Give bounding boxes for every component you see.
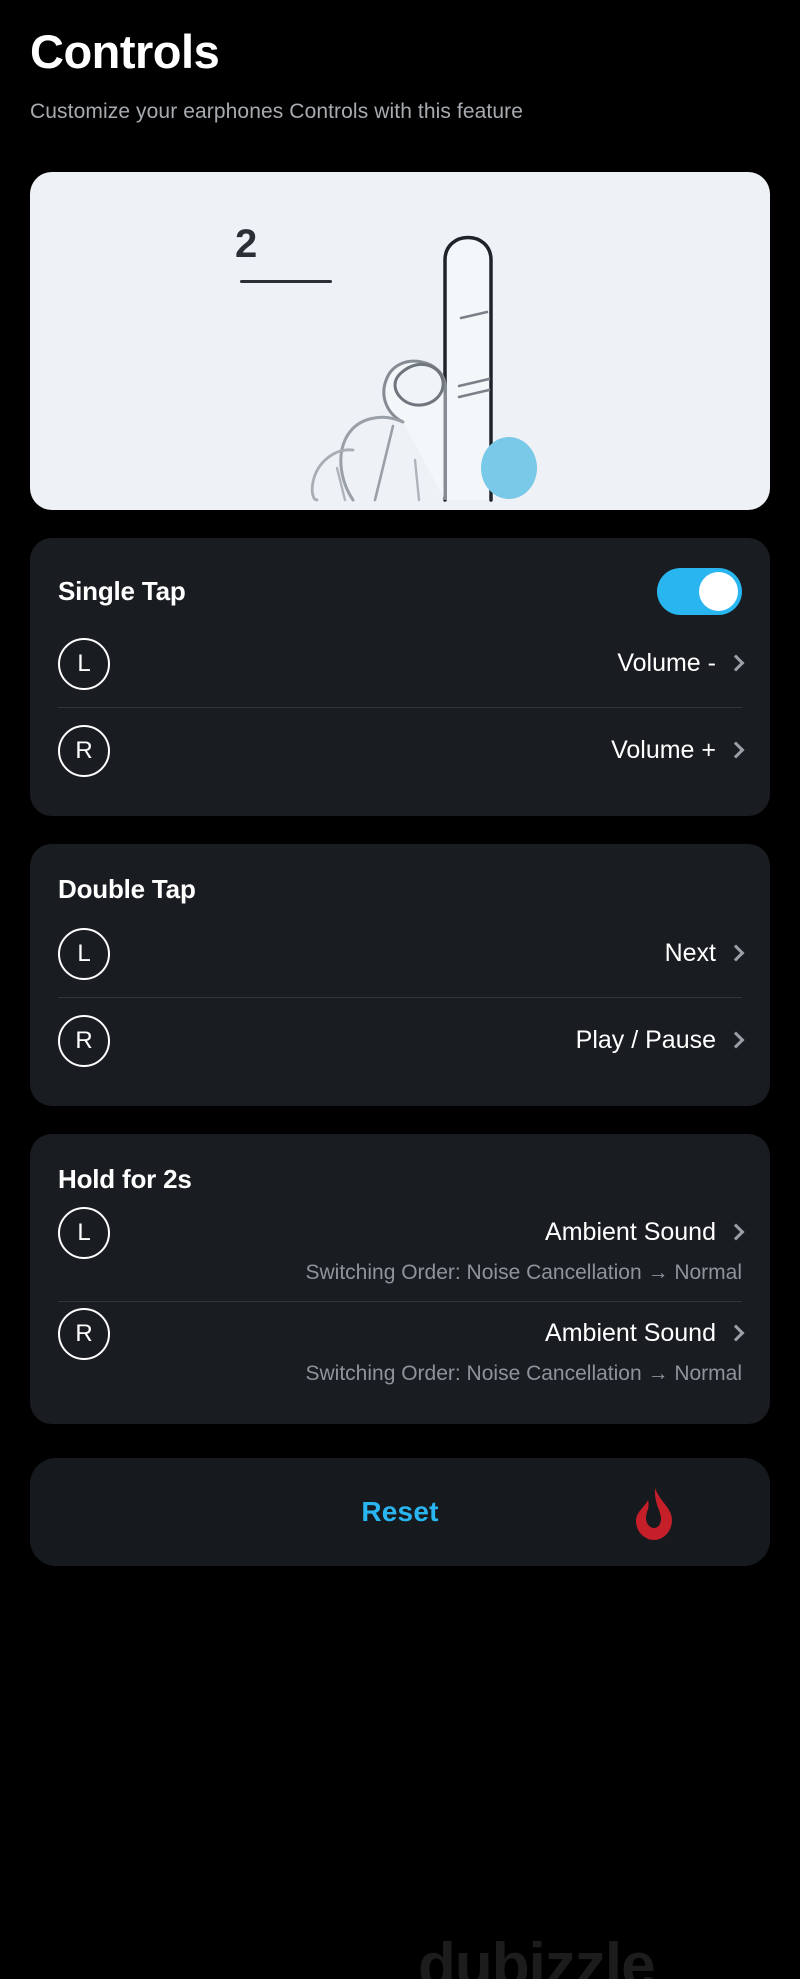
control-value[interactable]: Ambient Sound [545,1319,745,1348]
section-card: Hold for 2s L Ambient Sound Switching Order… [30,1133,770,1424]
control-value[interactable]: Ambient Sound [545,1218,745,1247]
control-value-label: Volume - [617,649,716,678]
control-row[interactable]: L Ambient Sound Switching Order: Noise Can… [58,1201,745,1301]
control-value[interactable]: Play / Pause [575,1026,745,1055]
control-value-label: Next [664,939,716,968]
control-value-label: Play / Pause [575,1026,716,1055]
flame-icon [630,1486,678,1547]
reset-label: Reset [361,1495,439,1527]
control-value[interactable]: Next [664,939,745,968]
earbud-side-badge: L [58,637,110,690]
switching-order-text: Switching Order: Noise Cancellation → No… [305,1361,743,1385]
chevron-right-icon [727,1223,745,1241]
section-title: Double Tap [58,873,196,904]
control-row[interactable]: L Next [58,911,745,997]
earbud-side-badge: L [58,927,110,980]
chevron-right-icon [727,944,745,962]
control-value-label: Ambient Sound [545,1218,716,1247]
section-header: Hold for 2s [58,1134,742,1201]
section-title: Hold for 2s [58,1163,192,1194]
control-sections: Single Tap L Volume - R Volume + Double Tap L N… [30,537,770,1424]
gesture-illustration-card: 2 [30,171,770,510]
chevron-right-icon [727,1031,745,1049]
pointing-finger-illustration [295,200,595,510]
earbud-side-badge: R [58,1014,110,1067]
section-card: Single Tap L Volume - R Volume + [30,537,770,816]
tap-indicator-dot [481,436,537,499]
chevron-right-icon [727,654,745,672]
control-value[interactable]: Volume + [611,736,745,765]
chevron-right-icon [727,741,745,759]
switching-order-text: Switching Order: Noise Cancellation → No… [305,1260,743,1284]
earbud-side-badge: R [58,1307,110,1360]
control-row[interactable]: R Play / Pause [58,998,745,1084]
page-subtitle: Customize your earphones Controls with t… [30,99,524,123]
chevron-right-icon [727,1324,745,1342]
card-bottom-spacer [58,794,742,816]
site-watermark: dubizzle [418,1931,656,1979]
page-title: Controls [30,25,220,78]
reset-button[interactable]: Reset [30,1457,770,1566]
toggle-knob [699,571,738,611]
section-card: Double Tap L Next R Play / Pause [30,843,770,1106]
section-enable-toggle[interactable] [657,567,742,615]
earbud-side-badge: R [58,724,110,777]
control-row[interactable]: R Ambient Sound Switching Order: Noise Can… [58,1302,745,1402]
card-bottom-spacer [58,1402,742,1424]
earbud-side-badge: L [58,1206,110,1259]
control-row[interactable]: R Volume + [58,708,745,794]
card-bottom-spacer [58,1084,742,1106]
controls-screen: Controls Customize your earphones Contro… [0,0,800,1979]
control-value[interactable]: Volume - [617,649,745,678]
tap-count-label: 2 [235,221,258,266]
section-header: Double Tap [58,844,742,911]
control-row[interactable]: L Volume - [58,621,745,707]
control-value-label: Volume + [611,736,716,765]
control-value-label: Ambient Sound [545,1319,716,1348]
section-title: Single Tap [58,575,186,606]
section-header: Single Tap [58,538,742,621]
